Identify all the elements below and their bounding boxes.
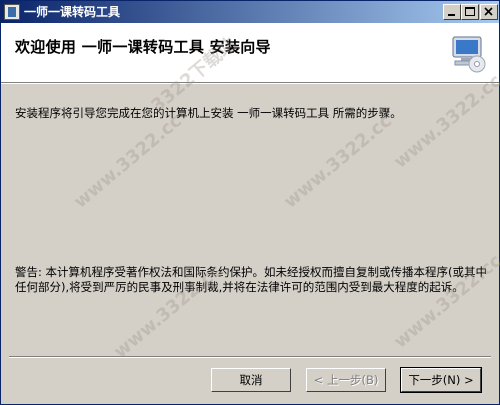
- watermark-2: www.3322.cc: [279, 110, 396, 213]
- window-title: 一师一课转码工具: [24, 5, 121, 19]
- header-divider: [1, 82, 499, 84]
- app-icon: [4, 4, 20, 20]
- minimize-icon[interactable]: [443, 4, 461, 20]
- page-title: 欢迎使用 一师一课转码工具 安装向导: [15, 38, 271, 56]
- watermark-3: www.3322.cc: [389, 70, 500, 173]
- next-button[interactable]: 下一步(N) >: [400, 367, 482, 393]
- watermark-1: www.3322.cc: [69, 110, 186, 213]
- back-button[interactable]: < 上一步(B): [306, 368, 386, 392]
- cancel-button[interactable]: 取消: [211, 368, 291, 392]
- copyright-warning: 警告: 本计算机程序受著作权法和国际条约保护。如未经授权而擅自复制或传播本程序(…: [15, 265, 488, 294]
- close-icon[interactable]: [480, 4, 498, 20]
- wizard-header: 欢迎使用 一师一课转码工具 安装向导: [1, 23, 499, 82]
- intro-text: 安装程序将引导您完成在您的计算机上安装 一师一课转码工具 所需的步骤。: [15, 106, 402, 120]
- installer-window: 一师一课转码工具 欢迎使用 一师一课转码工具 安装向导 安装程序将引导您完成在您…: [0, 0, 500, 405]
- footer-divider: [9, 356, 491, 358]
- title-bar[interactable]: 一师一课转码工具: [1, 1, 499, 23]
- maximize-icon[interactable]: [461, 4, 479, 20]
- computer-cd-icon: [447, 35, 487, 73]
